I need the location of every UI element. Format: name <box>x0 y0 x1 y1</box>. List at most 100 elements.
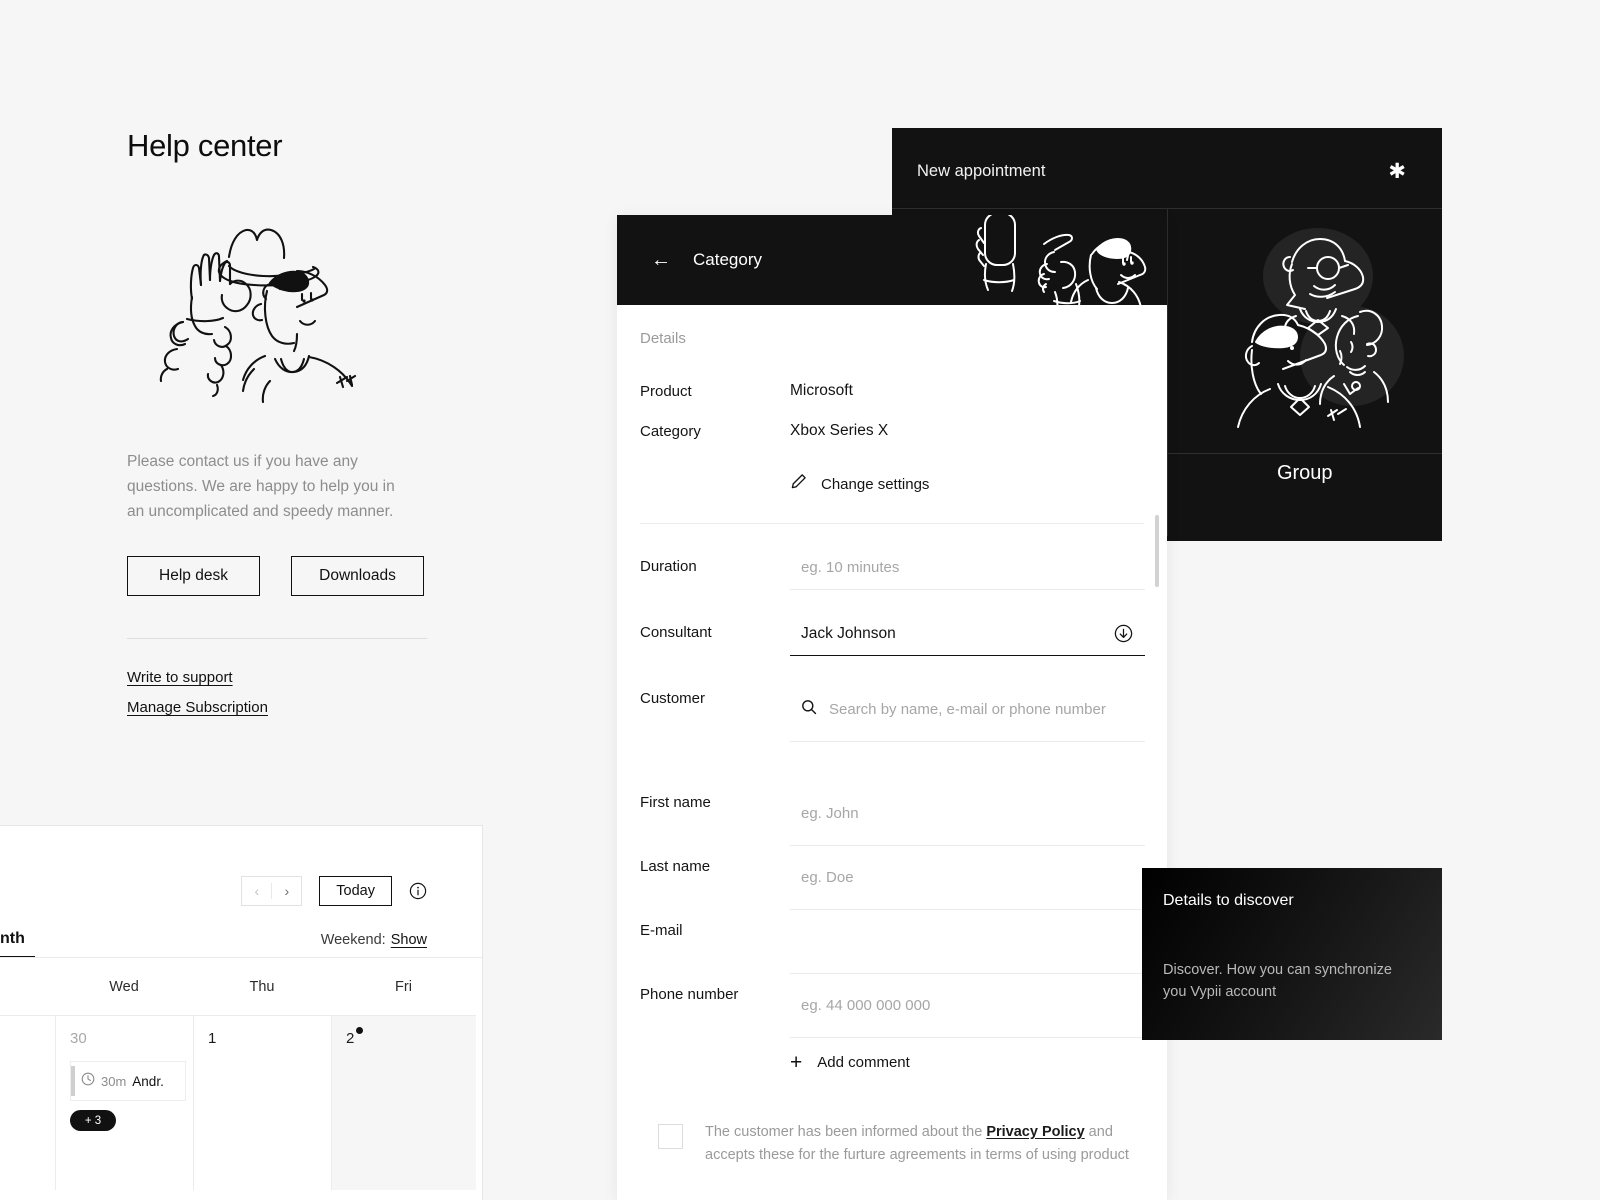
help-center-description: Please contact us if you have any questi… <box>127 453 395 520</box>
category-form-panel: ← Category Details Product Microsoft Cat… <box>617 215 1167 1200</box>
last-name-input[interactable]: eg. Doe <box>790 846 1145 910</box>
category-form-header: ← Category <box>617 215 1167 305</box>
field-placeholder: Search by name, e-mail or phone number <box>829 701 1106 718</box>
write-to-support-link[interactable]: Write to support <box>127 669 233 686</box>
privacy-consent-checkbox[interactable] <box>658 1124 683 1149</box>
field-row-customer: Customer Search by name, e-mail or phone… <box>617 678 1167 742</box>
privacy-consent-text: The customer has been informed about the… <box>705 1121 1137 1167</box>
manage-subscription-link[interactable]: Manage Subscription <box>127 699 268 716</box>
category-form-body: Details Product Microsoft Category Xbox … <box>617 305 1167 1200</box>
field-label: Consultant <box>640 624 712 641</box>
field-row-last-name: Last name eg. Doe <box>617 846 1167 910</box>
calendar-day-number: 30 <box>70 1030 87 1047</box>
field-label: Phone number <box>640 986 739 1003</box>
privacy-policy-link[interactable]: Privacy Policy <box>986 1124 1084 1140</box>
help-center-section: Help center Please contact us if you hav… <box>127 128 467 716</box>
chevron-right-icon[interactable]: › <box>272 877 302 905</box>
consultant-select[interactable]: Jack Johnson <box>790 612 1145 656</box>
calendar-cell[interactable] <box>0 1015 55 1190</box>
three-people-group-illustration <box>1167 209 1442 454</box>
help-desk-button[interactable]: Help desk <box>127 556 260 596</box>
consent-text-before: The customer has been informed about the <box>705 1124 987 1140</box>
calendar-cell[interactable]: 2 <box>331 1015 476 1190</box>
first-name-input[interactable]: eg. John <box>790 782 1145 846</box>
weekend-toggle: Weekend: Show <box>321 932 427 948</box>
chevron-left-icon[interactable]: ‹ <box>242 877 272 905</box>
new-appointment-title: New appointment <box>917 162 1046 180</box>
search-icon <box>801 699 817 720</box>
appointment-card-label: Group <box>1276 462 1333 484</box>
change-settings-label: Change settings <box>821 475 930 493</box>
field-placeholder: eg. John <box>801 805 859 822</box>
field-row-duration: Duration eg. 10 minutes <box>617 546 1167 590</box>
help-center-links: Write to support Manage Subscription <box>127 669 467 716</box>
calendar-column-header-thu: Thu <box>249 978 275 995</box>
plus-icon: + <box>790 1051 803 1074</box>
field-label: E-mail <box>640 922 683 939</box>
calendar-column-header-fri: Fri <box>395 978 412 995</box>
calendar-day-number: 2 <box>346 1030 355 1047</box>
calendar-month-label: nth <box>0 930 25 947</box>
calendar-panel: ‹ › Today nth Weekend: Show Wed Thu Fri 3… <box>0 825 483 1200</box>
change-settings-button[interactable]: Change settings <box>790 473 929 495</box>
details-section-label: Details <box>640 330 686 347</box>
category-form-title: Category <box>693 250 762 269</box>
calendar-subbar: nth Weekend: Show <box>0 906 482 948</box>
detail-value: Xbox Series X <box>790 422 889 439</box>
asterisk-icon[interactable]: ✱ <box>1388 161 1406 182</box>
field-label: Customer <box>640 690 706 707</box>
calendar-cell[interactable]: 30 30m Andr. + 3 <box>55 1015 193 1190</box>
add-comment-label: Add comment <box>817 1054 910 1071</box>
pointing-hands-illustration <box>964 215 1149 305</box>
field-row-first-name: First name eg. John <box>617 782 1167 846</box>
discover-title: Details to discover <box>1163 892 1294 909</box>
calendar-column-header-spacer <box>0 958 55 1015</box>
detail-label: Product <box>640 382 692 400</box>
discover-body: Discover. How you can synchronize you Vy… <box>1163 962 1392 1000</box>
today-button[interactable]: Today <box>319 876 392 906</box>
privacy-consent-row: The customer has been informed about the… <box>617 1073 1167 1167</box>
calendar-more-events-badge[interactable]: + 3 <box>70 1110 116 1131</box>
field-placeholder: eg. 10 minutes <box>801 559 900 576</box>
downloads-button[interactable]: Downloads <box>291 556 424 596</box>
field-row-email: E-mail <box>617 910 1167 974</box>
clock-icon <box>81 1072 95 1091</box>
calendar-event-title: Andr. <box>132 1073 164 1089</box>
field-label: Last name <box>640 858 711 875</box>
details-to-discover-panel[interactable]: Details to discover Discover. How you ca… <box>1142 868 1442 1040</box>
customer-search-input[interactable]: Search by name, e-mail or phone number <box>790 678 1145 742</box>
calendar-grid: Wed Thu Fri 30 30m Andr. + 3 1 2 <box>0 958 482 1190</box>
weekend-label: Weekend: <box>320 932 386 948</box>
detail-label: Category <box>640 422 701 440</box>
page-title: Help center <box>127 128 283 163</box>
duration-input[interactable]: eg. 10 minutes <box>790 546 1145 590</box>
pencil-icon <box>790 473 807 495</box>
calendar-event[interactable]: 30m Andr. <box>70 1061 186 1101</box>
field-value: Jack Johnson <box>801 624 896 642</box>
form-action-buttons: Cancel Save <box>617 1167 1167 1200</box>
scrollbar-thumb[interactable] <box>1155 515 1159 587</box>
email-input[interactable] <box>790 910 1145 974</box>
appointment-card-group[interactable]: Group <box>1167 209 1442 536</box>
calendar-toolbar: ‹ › Today <box>0 826 482 906</box>
info-circle-icon[interactable] <box>409 882 427 900</box>
circle-arrow-down-icon[interactable] <box>1114 624 1133 643</box>
calendar-cell[interactable]: 1 <box>193 1015 331 1190</box>
weekend-show-link[interactable]: Show <box>391 932 427 948</box>
field-row-consultant: Consultant Jack Johnson <box>617 612 1167 656</box>
arrow-left-icon[interactable]: ← <box>651 250 671 270</box>
new-appointment-header: New appointment ✱ <box>892 128 1442 182</box>
calendar-day-dot-badge <box>356 1027 364 1034</box>
field-label: First name <box>640 794 711 811</box>
scrollbar-track[interactable] <box>1155 305 1163 1200</box>
calendar-event-duration: 30m <box>101 1073 127 1089</box>
help-center-actions: Help desk Downloads <box>127 556 467 596</box>
divider <box>127 638 427 639</box>
calendar-nav-group: ‹ › <box>241 876 303 906</box>
phone-number-input[interactable]: eg. 44 000 000 000 <box>790 974 1145 1038</box>
field-placeholder: eg. 44 000 000 000 <box>801 997 931 1014</box>
add-comment-button[interactable]: + Add comment <box>790 1052 910 1073</box>
detail-value: Microsoft <box>790 382 853 399</box>
person-tipping-hat-illustration <box>157 209 467 409</box>
detail-row-category: Category Xbox Series X <box>617 411 1167 451</box>
